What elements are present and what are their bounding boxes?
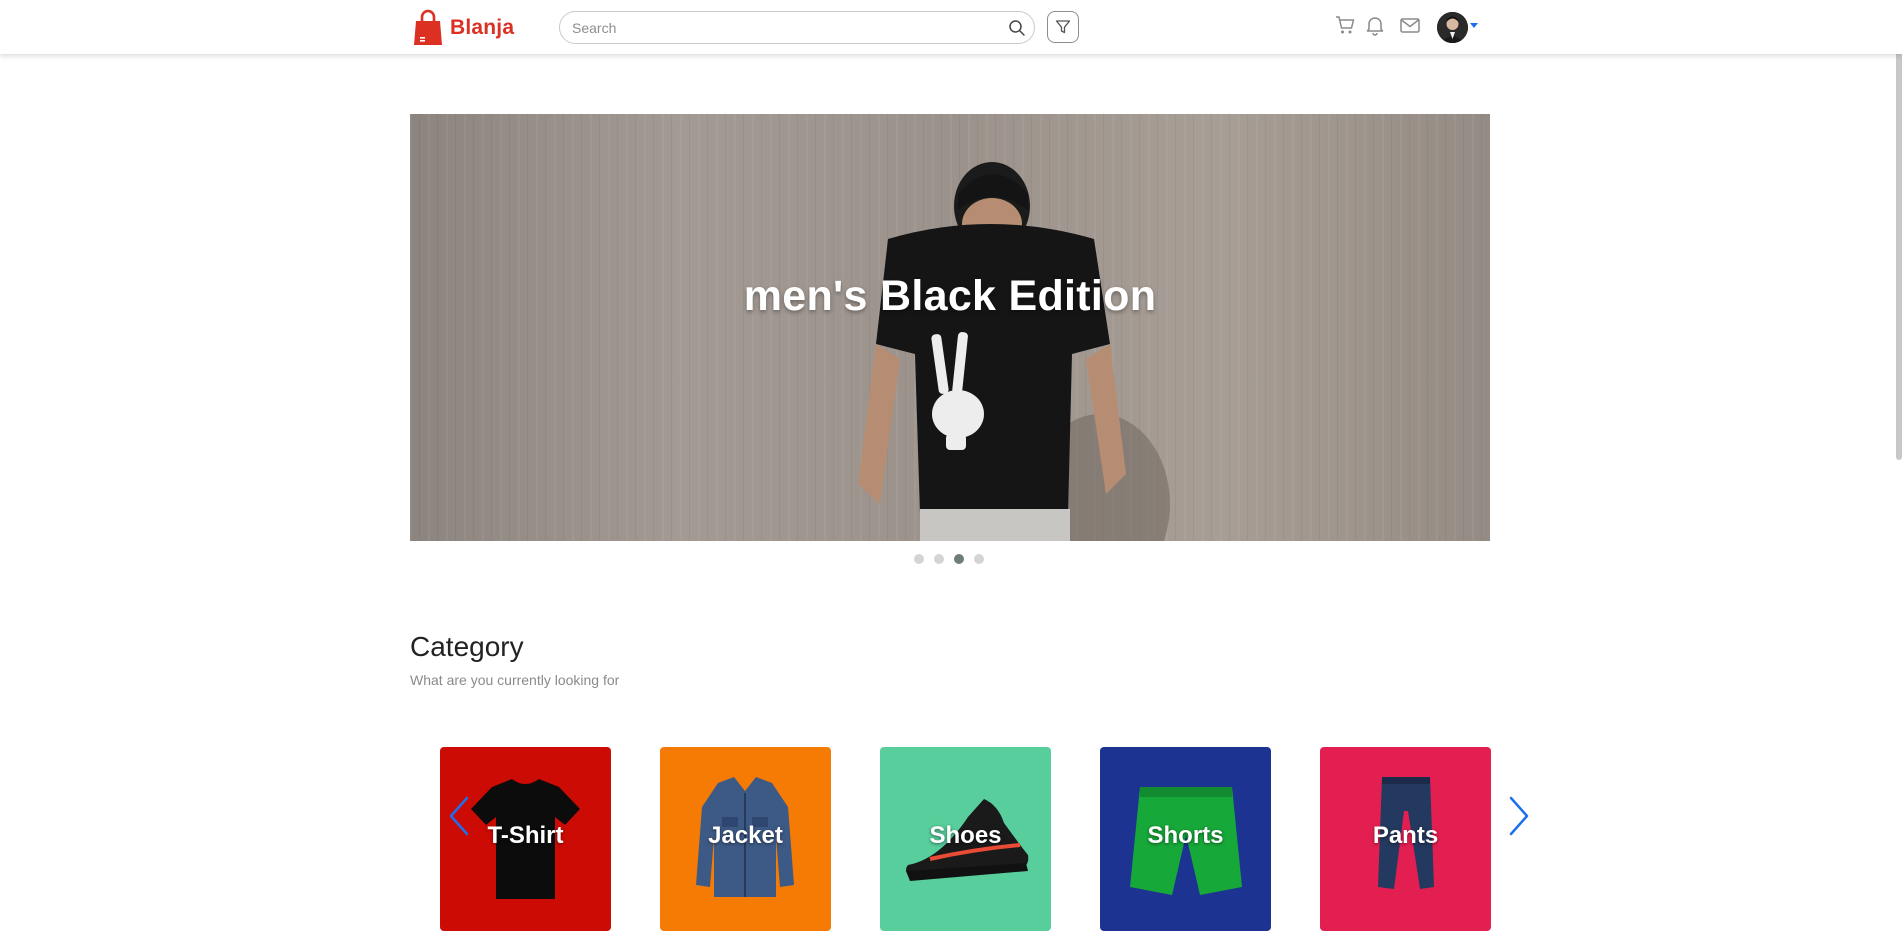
- category-card-jacket[interactable]: Jacket: [660, 747, 831, 931]
- page-scrollbar[interactable]: [1896, 0, 1902, 460]
- avatar-image: [1437, 12, 1468, 43]
- hero-image: [410, 114, 1490, 541]
- category-title: Category: [410, 631, 524, 662]
- carousel-dot[interactable]: [974, 554, 984, 564]
- carousel-dot-active[interactable]: [954, 554, 964, 564]
- category-label: Shoes: [929, 822, 1002, 849]
- search-input[interactable]: [570, 16, 990, 40]
- category-card-shoes[interactable]: Shoes: [880, 747, 1051, 931]
- category-label: Shorts: [1147, 822, 1224, 849]
- hero-carousel[interactable]: men's Black Edition: [410, 114, 1490, 541]
- mail-icon[interactable]: [1399, 14, 1421, 36]
- avatar[interactable]: [1437, 12, 1468, 43]
- category-label: Jacket: [708, 822, 783, 849]
- chevron-right-icon[interactable]: [1507, 795, 1531, 837]
- category-card-tshirt[interactable]: T-Shirt: [440, 747, 611, 931]
- bell-icon[interactable]: [1364, 14, 1386, 36]
- filter-icon: [1055, 20, 1071, 34]
- category-card-shorts[interactable]: Shorts: [1100, 747, 1271, 931]
- carousel-indicators: [914, 554, 984, 566]
- category-card-pants[interactable]: Pants: [1320, 747, 1491, 931]
- chevron-left-icon[interactable]: [447, 795, 471, 837]
- hero-title: men's Black Edition: [743, 272, 1157, 320]
- cart-icon[interactable]: [1334, 14, 1356, 36]
- navbar: Blanja: [0, 0, 1902, 54]
- brand-name: Blanja: [450, 16, 515, 39]
- category-label: Pants: [1372, 822, 1439, 849]
- chevron-down-icon[interactable]: [1470, 23, 1478, 28]
- brand-logo[interactable]: Blanja: [413, 8, 514, 48]
- carousel-dot[interactable]: [914, 554, 924, 564]
- search-icon[interactable]: [1008, 19, 1026, 37]
- shopping-bag-icon: [414, 9, 442, 45]
- category-subtitle: What are you currently looking for: [410, 672, 620, 688]
- filter-button[interactable]: [1047, 11, 1079, 43]
- carousel-dot[interactable]: [934, 554, 944, 564]
- search-box: [559, 11, 1035, 44]
